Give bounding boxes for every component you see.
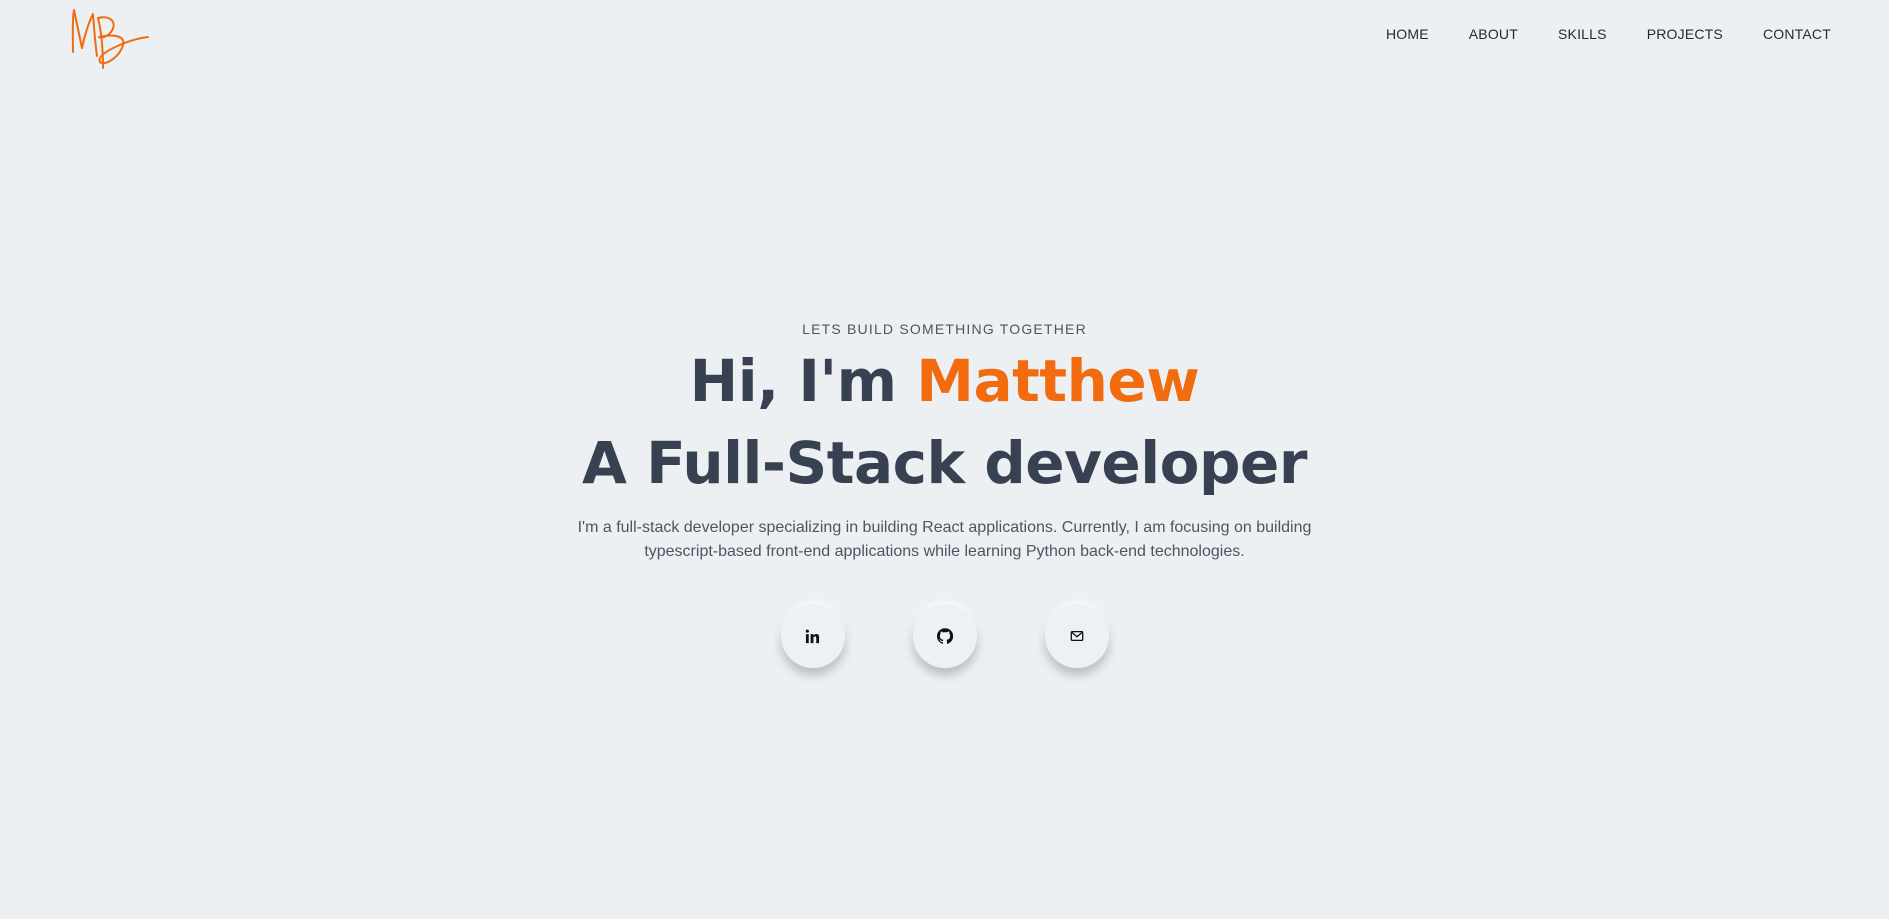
hero-eyebrow: LETS BUILD SOMETHING TOGETHER	[802, 321, 1087, 337]
hero-headline: Hi, I'm Matthew A Full-Stack developer	[0, 340, 1889, 504]
nav-about[interactable]: ABOUT	[1469, 26, 1518, 42]
hero-name: Matthew	[916, 347, 1200, 415]
nav-home[interactable]: HOME	[1386, 26, 1429, 42]
email-button[interactable]	[1044, 604, 1109, 668]
hero-role: A Full-Stack developer	[582, 429, 1307, 497]
nav-projects[interactable]: PROJECTS	[1647, 26, 1723, 42]
github-icon	[936, 628, 953, 644]
social-links	[0, 604, 1889, 668]
hero-section: LETS BUILD SOMETHING TOGETHER Hi, I'm Ma…	[0, 318, 1889, 564]
top-navigation-bar: HOME ABOUT SKILLS PROJECTS CONTACT	[0, 0, 1889, 75]
github-button[interactable]	[912, 604, 977, 668]
mail-icon	[1070, 630, 1083, 642]
nav-skills[interactable]: SKILLS	[1558, 26, 1607, 42]
site-logo[interactable]	[66, 4, 150, 72]
hero-intro: I'm a full-stack developer specializing …	[577, 519, 1312, 560]
linkedin-button[interactable]	[780, 604, 845, 668]
nav-contact[interactable]: CONTACT	[1763, 26, 1831, 42]
hero-greeting: Hi, I'm	[689, 347, 917, 415]
linkedin-icon	[805, 629, 820, 643]
main-nav: HOME ABOUT SKILLS PROJECTS CONTACT	[1346, 26, 1831, 42]
